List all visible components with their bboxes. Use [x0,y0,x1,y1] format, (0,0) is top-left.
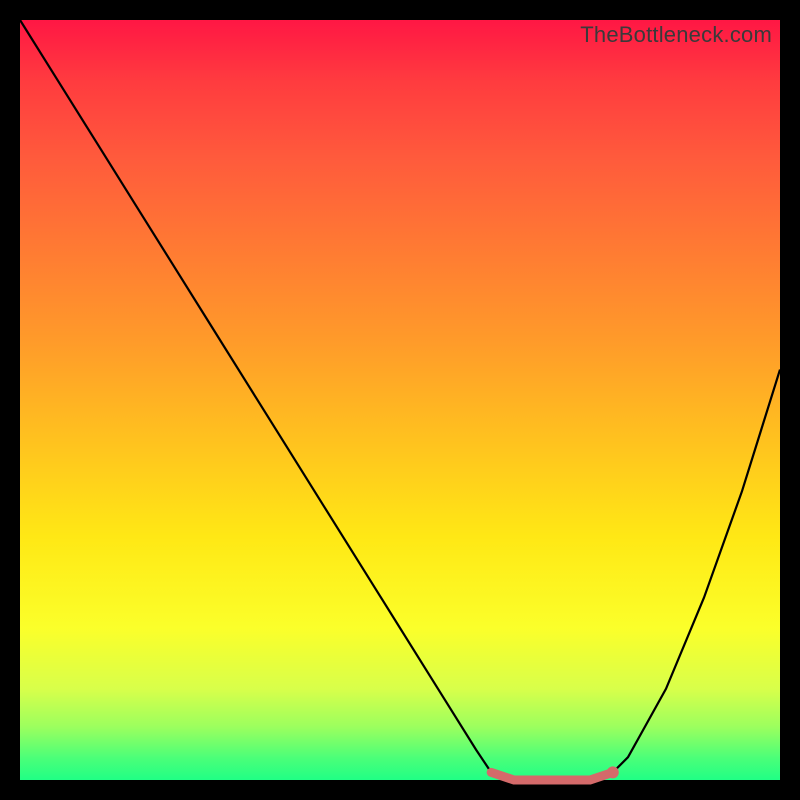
bottleneck-curve [20,20,780,780]
chart-frame: TheBottleneck.com [20,20,780,780]
chart-svg [20,20,780,780]
flat-bottom-marker [491,766,619,780]
